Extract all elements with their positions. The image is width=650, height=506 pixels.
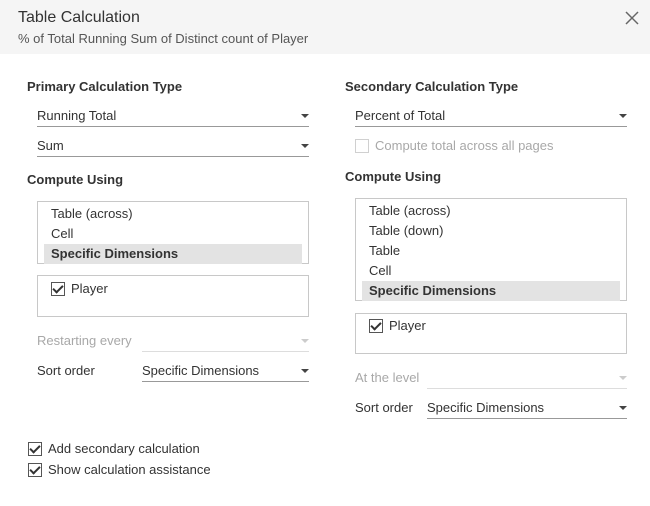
primary-dimensions-list: Player (37, 275, 309, 317)
at-the-level-select (427, 367, 627, 389)
show-assistance-label: Show calculation assistance (48, 462, 211, 477)
secondary-sort-order-value: Specific Dimensions (427, 400, 545, 415)
restarting-every-select (142, 330, 309, 352)
list-item[interactable]: Table (across) (44, 204, 302, 224)
chevron-down-icon (619, 406, 627, 410)
checkbox-icon[interactable] (51, 281, 65, 296)
chevron-down-icon (301, 114, 309, 118)
primary-aggregation-select[interactable]: Sum (37, 135, 309, 157)
list-item-selected[interactable]: Specific Dimensions (362, 281, 620, 301)
primary-calc-type-select[interactable]: Running Total (37, 105, 309, 127)
close-icon[interactable] (622, 8, 642, 28)
secondary-compute-using-list[interactable]: Table (across) Table (down) Table Cell S… (355, 198, 627, 301)
dialog-subtitle: % of Total Running Sum of Distinct count… (18, 31, 309, 46)
primary-compute-using-heading: Compute Using (27, 172, 124, 187)
chevron-down-icon (301, 144, 309, 148)
chevron-down-icon (301, 339, 309, 343)
secondary-dimension-player[interactable]: Player (369, 318, 426, 333)
primary-sort-order-select[interactable]: Specific Dimensions (142, 360, 309, 382)
secondary-compute-using-heading: Compute Using (345, 169, 442, 184)
checkbox-icon[interactable] (369, 318, 383, 333)
add-secondary-calculation[interactable]: Add secondary calculation (28, 441, 200, 456)
secondary-calc-type-select[interactable]: Percent of Total (355, 105, 627, 127)
secondary-calc-heading: Secondary Calculation Type (345, 79, 519, 94)
primary-sort-order-label: Sort order (37, 363, 95, 378)
restarting-every-label: Restarting every (37, 333, 132, 348)
dimension-label: Player (389, 318, 426, 333)
list-item[interactable]: Cell (362, 261, 620, 281)
primary-compute-using-list[interactable]: Table (across) Cell Specific Dimensions (37, 201, 309, 264)
secondary-dimensions-list: Player (355, 313, 627, 354)
primary-dimension-player[interactable]: Player (51, 281, 108, 296)
list-item-selected[interactable]: Specific Dimensions (44, 244, 302, 264)
dialog-header: Table Calculation % of Total Running Sum… (0, 0, 650, 54)
secondary-calc-type-value: Percent of Total (355, 108, 446, 123)
show-calculation-assistance[interactable]: Show calculation assistance (28, 462, 211, 477)
add-secondary-label: Add secondary calculation (48, 441, 200, 456)
primary-calc-type-value: Running Total (37, 108, 117, 123)
list-item[interactable]: Table (362, 241, 620, 261)
chevron-down-icon (619, 376, 627, 380)
dimension-label: Player (71, 281, 108, 296)
chevron-down-icon (619, 114, 627, 118)
primary-calc-heading: Primary Calculation Type (27, 79, 183, 94)
checkbox-icon (355, 138, 369, 153)
secondary-sort-order-select[interactable]: Specific Dimensions (427, 397, 627, 419)
chevron-down-icon (301, 369, 309, 373)
list-item[interactable]: Table (across) (362, 201, 620, 221)
checkbox-icon[interactable] (28, 441, 42, 456)
compute-total-across-pages: Compute total across all pages (355, 138, 553, 153)
dialog-title: Table Calculation (18, 9, 140, 26)
secondary-sort-order-label: Sort order (355, 400, 413, 415)
primary-sort-order-value: Specific Dimensions (142, 363, 260, 378)
compute-total-label: Compute total across all pages (375, 138, 554, 153)
list-item[interactable]: Table (down) (362, 221, 620, 241)
list-item[interactable]: Cell (44, 224, 302, 244)
checkbox-icon[interactable] (28, 462, 42, 477)
primary-aggregation-value: Sum (37, 138, 64, 153)
at-the-level-label: At the level (355, 370, 420, 385)
